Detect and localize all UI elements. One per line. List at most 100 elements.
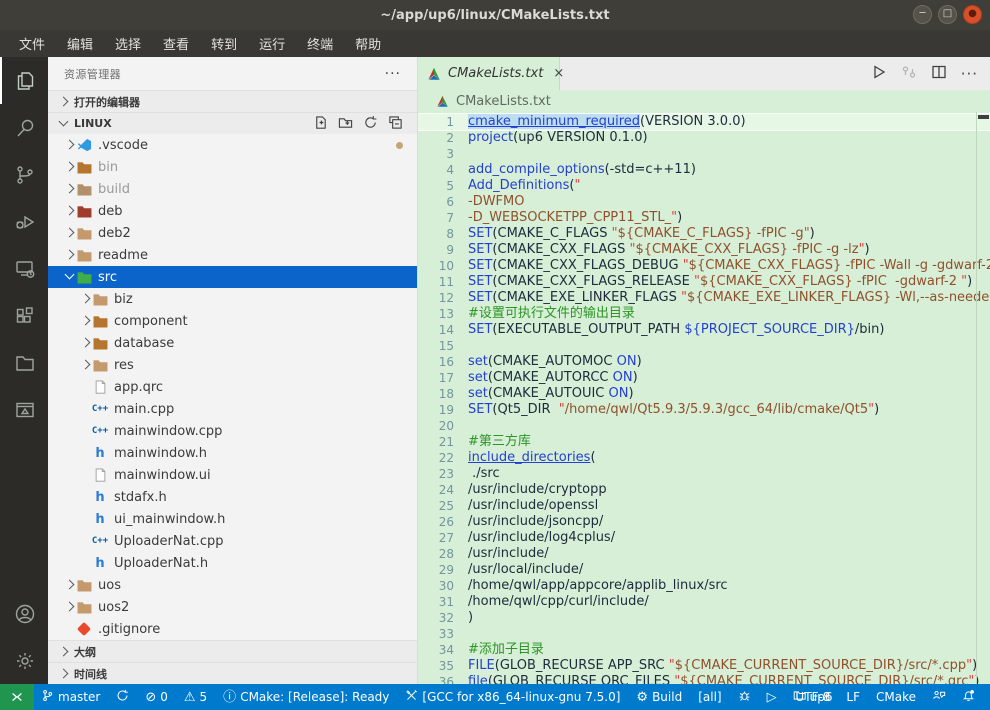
remote-indicator[interactable] bbox=[0, 684, 34, 710]
status-left-0[interactable]: ⊘0 bbox=[138, 684, 175, 710]
status-left-all[interactable]: [all] bbox=[691, 684, 728, 710]
chevron-right-icon[interactable] bbox=[78, 292, 92, 306]
status-left-5[interactable]: ⚠5 bbox=[177, 684, 214, 710]
status-right-cmake[interactable]: CMake bbox=[869, 684, 923, 710]
chevron-right-icon[interactable] bbox=[62, 182, 76, 196]
chevron-right-icon[interactable] bbox=[62, 160, 76, 174]
collapse-all-icon[interactable] bbox=[388, 115, 403, 133]
menu-item-1[interactable]: 文件 bbox=[10, 31, 54, 56]
section-timeline[interactable]: 时间线 bbox=[48, 662, 417, 684]
title-bar[interactable]: ~/app/up6/linux/CMakeLists.txt ─ □ ● bbox=[0, 0, 990, 30]
code-line-35[interactable]: 35FILE(GLOB_RECURSE APP_SRC "${CMAKE_CUR… bbox=[418, 658, 990, 674]
tree-item-mainwindow-cpp[interactable]: C++mainwindow.cpp bbox=[48, 420, 417, 442]
tree-item-bin[interactable]: bin bbox=[48, 156, 417, 178]
tree-item-mainwindow-h[interactable]: hmainwindow.h bbox=[48, 442, 417, 464]
code-line-36[interactable]: 36file(GLOB_RECURSE QRC_FILES "${CMAKE_C… bbox=[418, 674, 990, 684]
code-line-28[interactable]: 28/usr/include/ bbox=[418, 546, 990, 562]
explorer-icon[interactable] bbox=[0, 57, 48, 104]
code-line-33[interactable]: 33 bbox=[418, 626, 990, 642]
tree-item-uos[interactable]: uos bbox=[48, 574, 417, 596]
menu-item-6[interactable]: 运行 bbox=[250, 31, 294, 56]
breadcrumb[interactable]: CMakeLists.txt bbox=[418, 90, 990, 112]
tree-item-deb[interactable]: deb bbox=[48, 200, 417, 222]
status-left-bug[interactable] bbox=[731, 684, 758, 710]
tree-item-src[interactable]: src bbox=[48, 266, 417, 288]
code-area[interactable]: 1cmake_minimum_required(VERSION 3.0.0)2p… bbox=[418, 112, 990, 684]
code-line-1[interactable]: 1cmake_minimum_required(VERSION 3.0.0) bbox=[418, 114, 990, 130]
code-line-2[interactable]: 2project(up6 VERSION 0.1.0) bbox=[418, 130, 990, 146]
menu-item-3[interactable]: 选择 bbox=[106, 31, 150, 56]
code-line-25[interactable]: 25/usr/include/openssl bbox=[418, 498, 990, 514]
chevron-right-icon[interactable] bbox=[62, 248, 76, 262]
code-line-5[interactable]: 5Add_Definitions(" bbox=[418, 178, 990, 194]
tree-item-uos2[interactable]: uos2 bbox=[48, 596, 417, 618]
refresh-icon[interactable] bbox=[363, 115, 378, 133]
scrollbar[interactable] bbox=[976, 112, 990, 684]
status-left-cmake-release-ready[interactable]: ⓘCMake: [Release]: Ready bbox=[216, 684, 396, 710]
chevron-right-icon[interactable] bbox=[62, 600, 76, 614]
run-icon[interactable] bbox=[871, 64, 887, 84]
code-line-3[interactable]: 3 bbox=[418, 146, 990, 162]
menu-item-5[interactable]: 转到 bbox=[202, 31, 246, 56]
chevron-right-icon[interactable] bbox=[78, 336, 92, 350]
tree-item-readme[interactable]: readme bbox=[48, 244, 417, 266]
source-control-icon[interactable] bbox=[0, 151, 48, 198]
new-folder-icon[interactable] bbox=[338, 115, 353, 133]
tree-item-stdafx-h[interactable]: hstdafx.h bbox=[48, 486, 417, 508]
chevron-right-icon[interactable] bbox=[62, 578, 76, 592]
chevron-right-icon[interactable] bbox=[62, 204, 76, 218]
tree-item-database[interactable]: database bbox=[48, 332, 417, 354]
status-right-feedback[interactable] bbox=[925, 684, 953, 710]
status-right-utf-8[interactable]: UTF-8 bbox=[788, 684, 837, 710]
chevron-right-icon[interactable] bbox=[62, 226, 76, 240]
code-line-12[interactable]: 12SET(CMAKE_EXE_LINKER_FLAGS "${CMAKE_EX… bbox=[418, 290, 990, 306]
code-line-32[interactable]: 32) bbox=[418, 610, 990, 626]
menu-item-2[interactable]: 编辑 bbox=[58, 31, 102, 56]
code-line-34[interactable]: 34#添加子目录 bbox=[418, 642, 990, 658]
search-icon[interactable] bbox=[0, 104, 48, 151]
code-line-9[interactable]: 9SET(CMAKE_CXX_FLAGS "${CMAKE_CXX_FLAGS}… bbox=[418, 242, 990, 258]
chevron-right-icon[interactable] bbox=[78, 314, 92, 328]
minimize-button[interactable]: ─ bbox=[913, 5, 932, 24]
editor-more-icon[interactable]: ··· bbox=[961, 65, 978, 83]
code-line-20[interactable]: 20 bbox=[418, 418, 990, 434]
code-line-13[interactable]: 13#设置可执行文件的输出目录 bbox=[418, 306, 990, 322]
code-line-11[interactable]: 11SET(CMAKE_CXX_FLAGS_RELEASE "${CMAKE_C… bbox=[418, 274, 990, 290]
code-line-4[interactable]: 4add_compile_options(-std=c++11) bbox=[418, 162, 990, 178]
tree-item-ui-mainwindow-h[interactable]: hui_mainwindow.h bbox=[48, 508, 417, 530]
code-line-23[interactable]: 23 ./src bbox=[418, 466, 990, 482]
code-line-30[interactable]: 30/home/qwl/app/appcore/applib_linux/src bbox=[418, 578, 990, 594]
tab-cmakelists[interactable]: CMakeLists.txt × bbox=[418, 57, 560, 90]
menu-item-7[interactable]: 终端 bbox=[298, 31, 342, 56]
tree-item-mainwindow-ui[interactable]: mainwindow.ui bbox=[48, 464, 417, 486]
sidebar-more-icon[interactable]: ··· bbox=[385, 66, 401, 82]
settings-icon[interactable] bbox=[0, 637, 48, 684]
code-line-15[interactable]: 15 bbox=[418, 338, 990, 354]
tree-item-component[interactable]: component bbox=[48, 310, 417, 332]
remote-explorer-icon[interactable] bbox=[0, 245, 48, 292]
section-folder[interactable]: LINUX bbox=[48, 112, 417, 134]
tree-item-uploadernat-cpp[interactable]: C++UploaderNat.cpp bbox=[48, 530, 417, 552]
breadcrumb-item[interactable]: CMakeLists.txt bbox=[456, 94, 551, 109]
code-line-29[interactable]: 29/usr/local/include/ bbox=[418, 562, 990, 578]
code-line-19[interactable]: 19SET(Qt5_DIR "/home/qwl/Qt5.9.3/5.9.3/g… bbox=[418, 402, 990, 418]
tree-item-res[interactable]: res bbox=[48, 354, 417, 376]
extensions-icon[interactable] bbox=[0, 292, 48, 339]
status-left-gcc-for-x86-64-linux-gnu-7-5-0[interactable]: [GCC for x86_64-linux-gnu 7.5.0] bbox=[398, 684, 627, 710]
status-right-bell[interactable] bbox=[955, 684, 982, 710]
tree-item-app-qrc[interactable]: app.qrc bbox=[48, 376, 417, 398]
tree-item-gitignore[interactable]: .gitignore bbox=[48, 618, 417, 640]
chevron-right-icon[interactable] bbox=[78, 358, 92, 372]
project-folder-icon[interactable] bbox=[0, 339, 48, 386]
tree-item-deb2[interactable]: deb2 bbox=[48, 222, 417, 244]
code-line-24[interactable]: 24/usr/include/cryptopp bbox=[418, 482, 990, 498]
tree-item-biz[interactable]: biz bbox=[48, 288, 417, 310]
status-left-master[interactable]: master bbox=[34, 684, 107, 710]
section-outline[interactable]: 大纲 bbox=[48, 640, 417, 662]
code-line-14[interactable]: 14SET(EXECUTABLE_OUTPUT_PATH ${PROJECT_S… bbox=[418, 322, 990, 338]
run-debug-icon[interactable] bbox=[0, 198, 48, 245]
code-line-16[interactable]: 16set(CMAKE_AUTOMOC ON) bbox=[418, 354, 990, 370]
test-panel-icon[interactable] bbox=[0, 386, 48, 433]
code-line-31[interactable]: 31/home/qwl/cpp/curl/include/ bbox=[418, 594, 990, 610]
tab-close-icon[interactable]: × bbox=[553, 66, 564, 81]
